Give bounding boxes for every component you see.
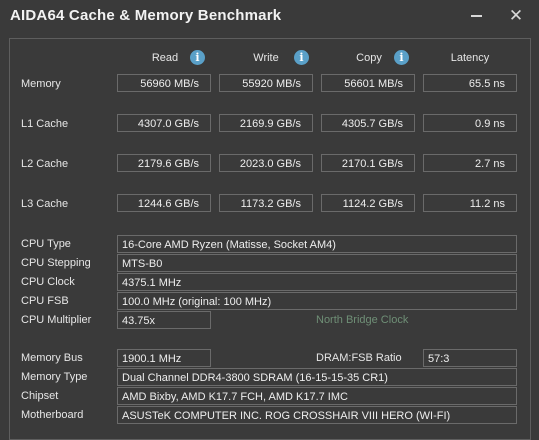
- cpu-multiplier-label: CPU Multiplier: [21, 314, 92, 326]
- dram-fsb-ratio-value: 57:3: [423, 349, 517, 367]
- memory-write-value: 55920 MB/s: [219, 74, 313, 92]
- memory-bus-value: 1900.1 MHz: [117, 349, 211, 367]
- memory-bus-label: Memory Bus: [21, 352, 83, 364]
- l2-write-value: 2023.0 GB/s: [219, 154, 313, 172]
- chipset-label: Chipset: [21, 390, 59, 402]
- memory-type-value: Dual Channel DDR4-3800 SDRAM (16-15-15-3…: [117, 368, 517, 386]
- minimize-icon: [470, 14, 482, 17]
- l1-latency-value: 0.9 ns: [423, 114, 517, 132]
- row-label-l2: L2 Cache: [21, 158, 69, 170]
- north-bridge-clock-label: North Bridge Clock: [316, 314, 409, 326]
- motherboard-value: ASUSTeK COMPUTER INC. ROG CROSSHAIR VIII…: [117, 406, 517, 424]
- column-header-write: Write: [253, 52, 279, 64]
- l3-latency-value: 11.2 ns: [423, 194, 517, 212]
- info-icon[interactable]: i: [294, 50, 309, 65]
- row-label-memory: Memory: [21, 78, 61, 90]
- cpu-stepping-value: MTS-B0: [117, 254, 517, 272]
- l1-read-value: 4307.0 GB/s: [117, 114, 211, 132]
- info-icon[interactable]: i: [394, 50, 409, 65]
- dram-fsb-ratio-label: DRAM:FSB Ratio: [316, 352, 402, 364]
- cpu-clock-label: CPU Clock: [21, 276, 75, 288]
- chipset-value: AMD Bixby, AMD K17.7 FCH, AMD K17.7 IMC: [117, 387, 517, 405]
- cpu-type-label: CPU Type: [21, 238, 71, 250]
- l3-read-value: 1244.6 GB/s: [117, 194, 211, 212]
- l2-read-value: 2179.6 GB/s: [117, 154, 211, 172]
- cpu-stepping-label: CPU Stepping: [21, 257, 91, 269]
- window-title: AIDA64 Cache & Memory Benchmark: [10, 7, 282, 24]
- l2-copy-value: 2170.1 GB/s: [321, 154, 415, 172]
- column-header-read: Read: [151, 52, 179, 64]
- l2-latency-value: 2.7 ns: [423, 154, 517, 172]
- column-header-latency: Latency: [450, 52, 490, 64]
- title-bar: AIDA64 Cache & Memory Benchmark ✕: [0, 0, 539, 34]
- memory-copy-value: 56601 MB/s: [321, 74, 415, 92]
- l1-write-value: 2169.9 GB/s: [219, 114, 313, 132]
- row-label-l3: L3 Cache: [21, 198, 69, 210]
- cpu-fsb-label: CPU FSB: [21, 295, 69, 307]
- cpu-clock-value: 4375.1 MHz: [117, 273, 517, 291]
- cpu-type-value: 16-Core AMD Ryzen (Matisse, Socket AM4): [117, 235, 517, 253]
- info-icon[interactable]: i: [190, 50, 205, 65]
- close-icon: ✕: [508, 6, 524, 25]
- minimize-button[interactable]: [465, 6, 487, 26]
- cpu-multiplier-value: 43.75x: [117, 311, 211, 329]
- l1-copy-value: 4305.7 GB/s: [321, 114, 415, 132]
- l3-write-value: 1173.2 GB/s: [219, 194, 313, 212]
- row-label-l1: L1 Cache: [21, 118, 69, 130]
- l3-copy-value: 1124.2 GB/s: [321, 194, 415, 212]
- memory-type-label: Memory Type: [21, 371, 88, 383]
- memory-read-value: 56960 MB/s: [117, 74, 211, 92]
- column-header-copy: Copy: [356, 52, 382, 64]
- memory-latency-value: 65.5 ns: [423, 74, 517, 92]
- motherboard-label: Motherboard: [21, 409, 84, 421]
- cpu-fsb-value: 100.0 MHz (original: 100 MHz): [117, 292, 517, 310]
- close-button[interactable]: ✕: [505, 6, 527, 26]
